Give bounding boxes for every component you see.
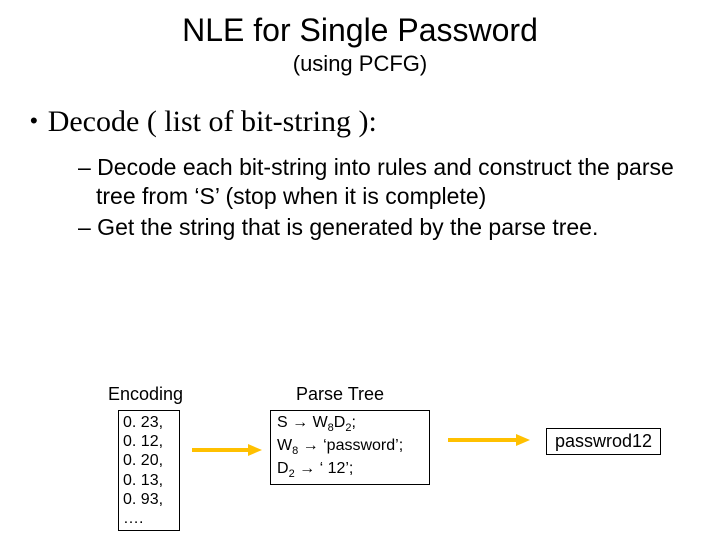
parse-tree-box: S → W8D2; W8 → ‘password’; D2 → ‘ 12’; [270,410,430,485]
arrow-icon [192,442,262,458]
parse-line-2: W8 → ‘password’; [277,436,423,459]
encoding-label: Encoding [108,384,183,405]
bullet-text: Decode ( list of bit-string ): [48,105,377,139]
pt2-b: → ‘password’; [298,437,403,454]
pt2-a: W [277,437,292,454]
parse-tree-label: Parse Tree [296,384,384,405]
pt3-b: → ‘ 12’; [295,460,354,477]
pt1-c: ; [351,414,355,431]
pt1-b: D [334,414,346,431]
result-box: passwrod12 [546,428,661,455]
bullet-item: • Decode ( list of bit-string ): [30,105,720,139]
sub-bullet-1: – Decode each bit-string into rules and … [78,153,680,211]
parse-line-3: D2 → ‘ 12’; [277,459,423,482]
pt1-a: S → W [277,414,328,431]
pt3-a: D [277,460,289,477]
sub-bullet-list: – Decode each bit-string into rules and … [78,153,680,241]
parse-line-1: S → W8D2; [277,413,423,436]
encoding-box: 0. 23, 0. 12, 0. 20, 0. 13, 0. 93, …. [118,410,180,531]
bullet-dot-icon: • [30,105,38,137]
slide-title: NLE for Single Password [0,12,720,49]
arrow-icon [448,432,530,448]
slide-subtitle: (using PCFG) [0,51,720,77]
sub-bullet-2: – Get the string that is generated by th… [78,213,680,242]
